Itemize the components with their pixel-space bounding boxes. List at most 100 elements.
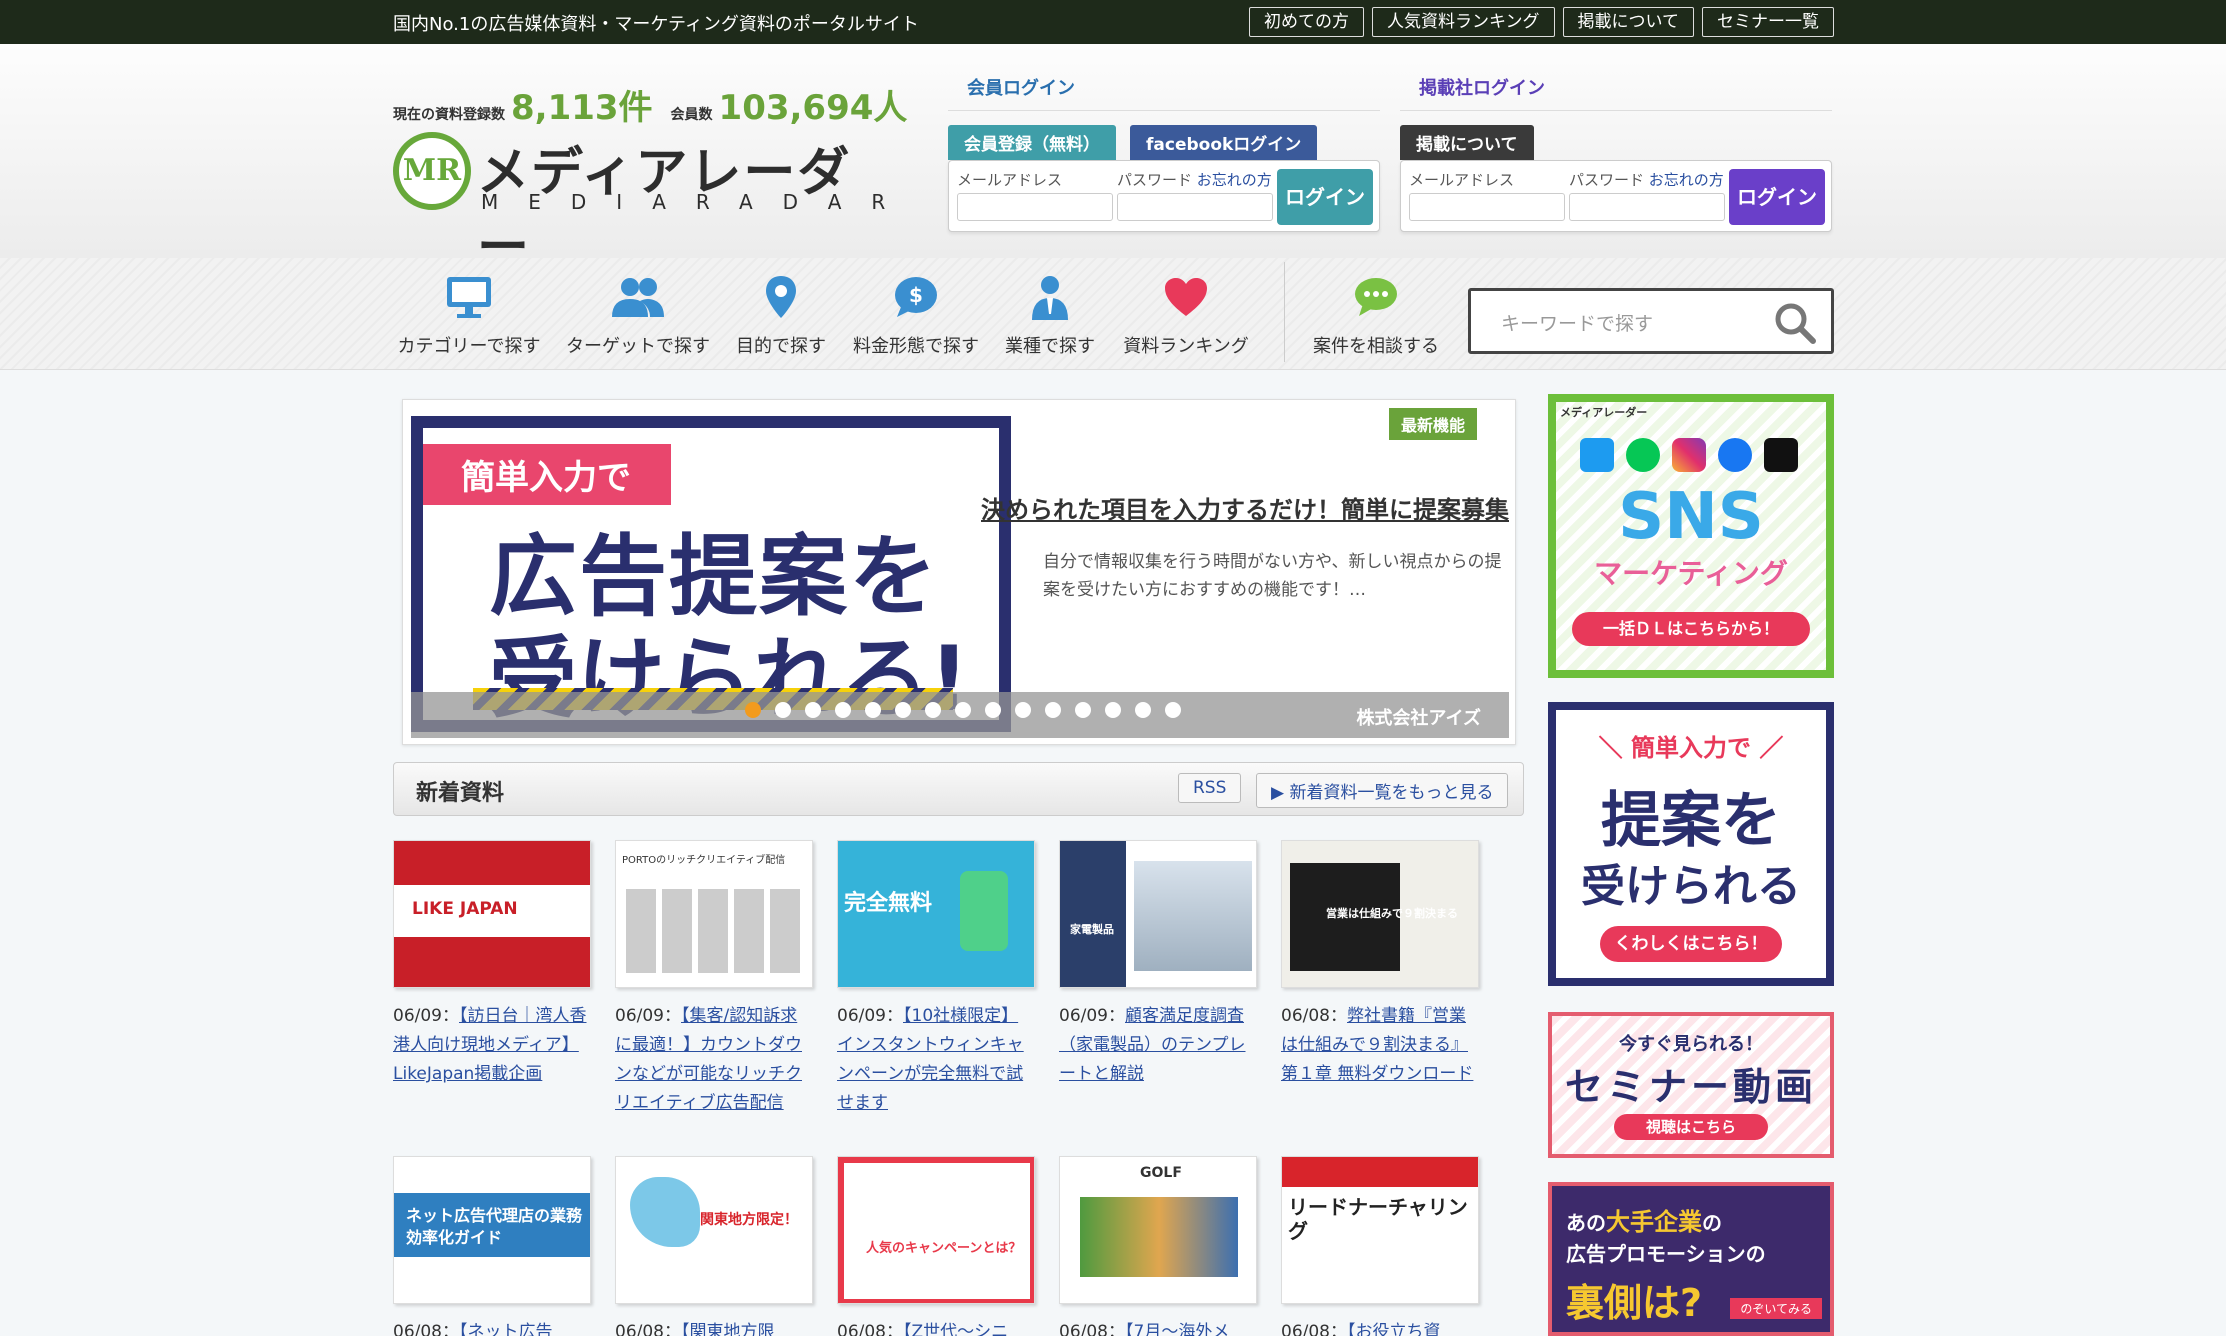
slide-description: 自分で情報収集を行う時間がない方や、新しい視点からの提案を受けたい方におすすめの… (1043, 552, 1502, 600)
member-login-button[interactable]: ログイン (1277, 169, 1373, 225)
member-register-tab[interactable]: 会員登録（無料） (948, 125, 1116, 160)
proposal-banner[interactable]: ＼ 簡単入力で ／ 提案を 受けられる くわしくはこちら！ (1548, 702, 1834, 986)
search-input[interactable]: キーワードで探す (1501, 309, 1653, 336)
search-icon[interactable] (1773, 301, 1817, 345)
seminar-video-banner[interactable]: 今すぐ見られる！ セミナー動画 視聴はこちら (1548, 1012, 1834, 1158)
top-link-ranking[interactable]: 人気資料ランキング (1372, 7, 1555, 37)
doc-card[interactable]: リードナーチャリング 06/08：【お役立ち資 (1281, 1156, 1479, 1336)
carousel-dot[interactable] (925, 702, 941, 718)
carousel-dot[interactable] (1135, 702, 1151, 718)
see-more-button[interactable]: ▶ 新着資料一覧をもっと見る (1256, 773, 1509, 808)
doc-thumbnail[interactable]: 関東地方限定！ (615, 1156, 813, 1304)
proposal-banner-cta[interactable]: くわしくはこちら！ (1600, 926, 1782, 962)
doc-card[interactable]: 営業は仕組みで９割決まる 06/08：弊社書籍『営業は仕組みで９割決まる』第１章… (1281, 840, 1479, 1089)
carousel-dot[interactable] (745, 702, 761, 718)
nav-ranking[interactable]: 資料ランキング (1118, 272, 1254, 358)
doc-caption: 06/08：【ネット広告 (393, 1318, 591, 1336)
slide-title[interactable]: 決められた項目を入力するだけ！簡単に提案募集 (981, 490, 1509, 525)
monitor-icon (447, 277, 491, 318)
facebook-login-tab[interactable]: facebookログイン (1130, 125, 1318, 160)
carousel-dot[interactable] (1075, 702, 1091, 718)
doc-thumbnail[interactable]: リードナーチャリング (1281, 1156, 1479, 1304)
carousel-dot[interactable] (775, 702, 791, 718)
chat-icon (1355, 278, 1397, 316)
nav-purpose[interactable]: 目的で探す (726, 272, 836, 358)
publisher-forgot-link[interactable]: お忘れの方 (1649, 171, 1724, 189)
doc-card[interactable]: PORTOのリッチクリエイティブ配信 06/09：【集客/認知訴求に最適！】カウ… (615, 840, 813, 1118)
doc-thumbnail[interactable]: GOLF (1059, 1156, 1257, 1304)
top-link-listing[interactable]: 掲載について (1562, 7, 1694, 37)
doc-link[interactable]: 【Z世代〜シニ (903, 1322, 1008, 1336)
doc-thumbnail[interactable]: ネット広告代理店の業務効率化ガイド (393, 1156, 591, 1304)
doc-link[interactable]: 【関東地方限 (681, 1322, 775, 1336)
seminar-banner-cta[interactable]: 視聴はこちら (1614, 1114, 1768, 1140)
doc-card[interactable]: 家電製品 06/09：顧客満足度調査（家電製品）のテンプレートと解説 (1059, 840, 1257, 1089)
publisher-email-input[interactable] (1409, 193, 1565, 221)
proposal-banner-line2: 受けられる (1581, 861, 1801, 912)
publisher-password-label: パスワード お忘れの方 (1569, 171, 1724, 189)
doc-card[interactable]: GOLF 06/08：【7月〜海外メ (1059, 1156, 1257, 1336)
svg-text:$: $ (909, 283, 923, 307)
promotion-backstage-banner[interactable]: あの大手企業の 広告プロモーションの 裏側は? のぞいてみる (1548, 1182, 1834, 1336)
feature-carousel[interactable]: 簡単入力で 広告提案を 受けられる! 最新機能 決められた項目を入力するだけ！簡… (402, 399, 1516, 745)
logo-subtext: MEDIARADAR (481, 190, 916, 214)
carousel-dot[interactable] (985, 702, 1001, 718)
docs-count: 8,113件 (511, 88, 653, 128)
doc-thumbnail[interactable]: 営業は仕組みで９割決まる (1281, 840, 1479, 988)
doc-link[interactable]: 【7月〜海外メ (1125, 1322, 1229, 1336)
carousel-dot[interactable] (1045, 702, 1061, 718)
carousel-dot[interactable] (895, 702, 911, 718)
doc-thumbnail[interactable]: 人気のキャンペーンとは？ (837, 1156, 1035, 1304)
top-link-seminars[interactable]: セミナー一覧 (1702, 7, 1834, 37)
nav-consult[interactable]: 案件を相談する (1308, 272, 1444, 358)
nav-pricing[interactable]: $ 料金形態で探す (850, 272, 982, 358)
doc-caption: 06/08：【7月〜海外メ (1059, 1318, 1257, 1336)
instagram-icon (1672, 438, 1706, 472)
keyword-search[interactable]: キーワードで探す (1468, 288, 1834, 354)
proposal-banner-line1: 提案を (1601, 786, 1781, 856)
top-link-first-time[interactable]: 初めての方 (1249, 7, 1364, 37)
members-count-label: 会員数 (670, 107, 713, 123)
doc-card[interactable]: 人気のキャンペーンとは？ 06/08：【Z世代〜シニ (837, 1156, 1035, 1336)
doc-link[interactable]: 【お役立ち資 (1347, 1322, 1441, 1336)
doc-link[interactable]: 【ネット広告 (459, 1322, 553, 1336)
publisher-login-button[interactable]: ログイン (1729, 169, 1825, 225)
doc-thumbnail[interactable]: PORTOのリッチクリエイティブ配信 (615, 840, 813, 988)
doc-thumbnail[interactable]: LIKE JAPAN (393, 840, 591, 988)
member-forgot-link[interactable]: お忘れの方 (1197, 171, 1272, 189)
carousel-dot[interactable] (1015, 702, 1031, 718)
seminar-banner-top: 今すぐ見られる！ (1619, 1034, 1763, 1055)
doc-card[interactable]: 関東地方限定！ 06/08：【関東地方限 (615, 1156, 813, 1336)
publisher-password-input[interactable] (1569, 193, 1725, 221)
header: 現在の資料登録数 8,113件 会員数 103,694人 MR メディアレーダー… (0, 44, 2226, 278)
slide-caption-bar: 株式会社アイズ (411, 692, 1509, 738)
sns-marketing-banner[interactable]: メディアレーダー SNS マーケティング 一括ＤＬはこちらから！ (1548, 394, 1834, 678)
doc-card[interactable]: LIKE JAPAN 06/09：【訪日台｜湾人香港人向け現地メディア】Like… (393, 840, 591, 1089)
promo-banner-cta[interactable]: のぞいてみる (1730, 1298, 1822, 1319)
member-login-title: 会員ログイン (948, 74, 1380, 111)
doc-card[interactable]: 完全無料 06/09：【10社様限定】インスタントウィンキャンペーンが完全無料で… (837, 840, 1035, 1118)
proposal-banner-tag: ＼ 簡単入力で ／ (1598, 734, 1784, 762)
carousel-dot[interactable] (835, 702, 851, 718)
carousel-dot[interactable] (1165, 702, 1181, 718)
sns-banner-cta[interactable]: 一括ＤＬはこちらから！ (1572, 612, 1810, 646)
doc-caption: 06/08：【Z世代〜シニ (837, 1318, 1035, 1336)
carousel-dot[interactable] (865, 702, 881, 718)
carousel-dot[interactable] (955, 702, 971, 718)
logo-mark-icon: MR (393, 132, 471, 210)
nav-target[interactable]: ターゲットで探す (562, 272, 714, 358)
nav-industry[interactable]: 業種で探す (1000, 272, 1100, 358)
nav-category[interactable]: カテゴリーで探す (393, 272, 545, 358)
member-email-input[interactable] (957, 193, 1113, 221)
member-password-input[interactable] (1117, 193, 1273, 221)
doc-card[interactable]: ネット広告代理店の業務効率化ガイド 06/08：【ネット広告 (393, 1156, 591, 1336)
price-bubble-icon: $ (895, 277, 937, 317)
rss-button[interactable]: RSS (1178, 773, 1242, 803)
carousel-slide-image[interactable]: 簡単入力で 広告提案を 受けられる! (411, 416, 1011, 732)
site-logo[interactable]: MR メディアレーダー MEDIARADAR (393, 130, 885, 278)
doc-thumbnail[interactable]: 家電製品 (1059, 840, 1257, 988)
doc-thumbnail[interactable]: 完全無料 (837, 840, 1035, 988)
publisher-about-tab[interactable]: 掲載について (1400, 125, 1534, 160)
carousel-dot[interactable] (1105, 702, 1121, 718)
carousel-dot[interactable] (805, 702, 821, 718)
